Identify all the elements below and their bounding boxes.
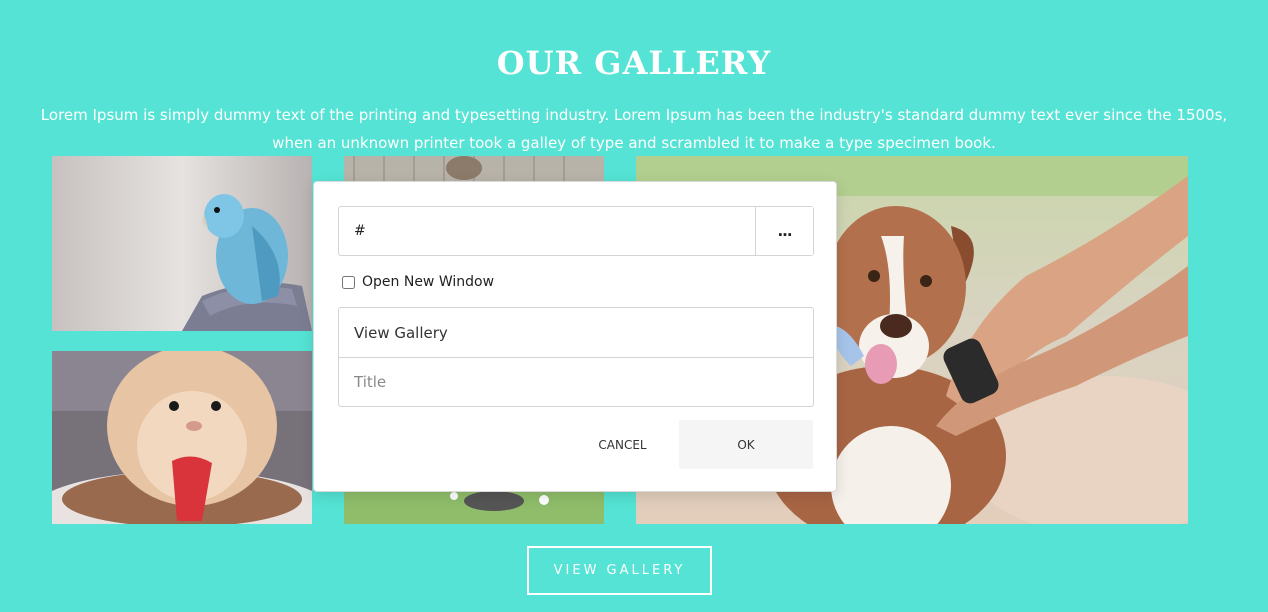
open-new-window-checkbox[interactable]	[342, 275, 355, 289]
link-text-input[interactable]	[339, 308, 813, 357]
ok-button[interactable]: OK	[679, 420, 813, 469]
link-fields	[338, 307, 814, 407]
link-dialog: ... Open New Window CANCEL OK	[313, 181, 837, 492]
open-new-window-label: Open New Window	[362, 274, 495, 290]
browse-button[interactable]: ...	[755, 207, 813, 255]
view-gallery-button[interactable]: VIEW GALLERY	[527, 546, 712, 595]
gallery-description: Lorem Ipsum is simply dummy text of the …	[40, 106, 1228, 152]
url-input[interactable]	[339, 207, 755, 255]
link-title-input[interactable]	[339, 357, 813, 406]
url-input-group: ...	[338, 206, 814, 256]
cancel-button[interactable]: CANCEL	[570, 420, 675, 470]
gallery-title: OUR GALLERY	[496, 44, 772, 82]
gallery-image-parrot[interactable]	[52, 156, 312, 331]
gallery-image-hamster[interactable]	[52, 351, 312, 524]
open-new-window-option[interactable]: Open New Window	[342, 274, 494, 290]
